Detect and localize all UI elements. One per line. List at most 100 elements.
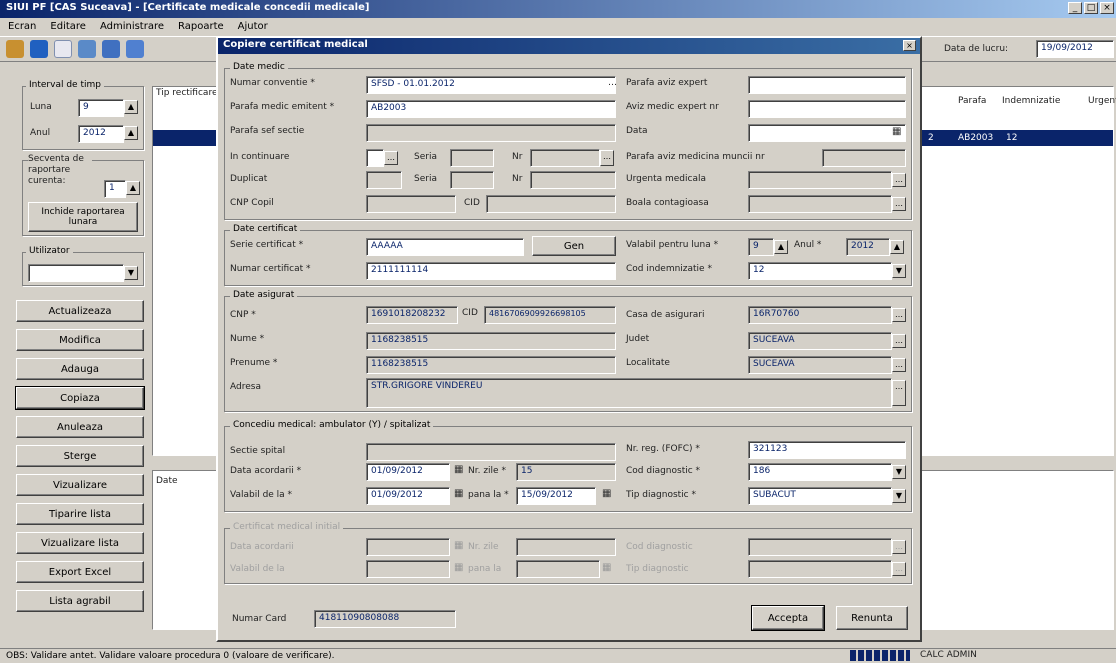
pana-la-field[interactable]: 15/09/2012: [516, 487, 596, 505]
in-continuare-field[interactable]: [366, 149, 384, 167]
luna-field[interactable]: 9: [78, 99, 124, 117]
open-icon[interactable]: [6, 40, 24, 58]
modifica-button[interactable]: Modifica: [16, 329, 144, 351]
close-report-button[interactable]: Inchide raportarea lunara: [28, 202, 138, 232]
actualizeaza-button[interactable]: Actualizeaza: [16, 300, 144, 322]
interval-legend: Interval de timp: [26, 80, 104, 90]
in-continuare-lookup-icon[interactable]: …: [384, 151, 398, 165]
initial-tip-diag-label: Tip diagnostic: [626, 564, 689, 574]
tip-diagnostic-dropdown-icon[interactable]: ▼: [892, 489, 906, 503]
serie-certificat-field[interactable]: AAAAA: [366, 238, 524, 256]
anuleaza-button[interactable]: Anuleaza: [16, 416, 144, 438]
menu-administrare[interactable]: Administrare: [100, 21, 164, 33]
calendar-icon[interactable]: ▦: [892, 126, 901, 137]
copiaza-button[interactable]: Copiaza: [15, 386, 145, 410]
prenume-field: 1168238515: [366, 356, 616, 374]
nume-label: Nume *: [230, 334, 265, 344]
data-acordarii-calendar-icon[interactable]: ▦: [454, 464, 463, 475]
adresa-lookup-icon[interactable]: …: [892, 380, 906, 406]
detail-grid-label: Date: [156, 476, 178, 486]
maximize-icon[interactable]: □: [1084, 2, 1098, 14]
numar-certificat-field[interactable]: 2111111114: [366, 262, 616, 280]
save-icon[interactable]: [30, 40, 48, 58]
cod-diagnostic-dropdown-icon[interactable]: ▼: [892, 465, 906, 479]
secventa-spin-icon[interactable]: ▲: [126, 181, 140, 195]
dialog-close-icon[interactable]: ×: [903, 40, 916, 51]
app-title-bar: SIUI PF [CAS Suceava] - [Certificate med…: [0, 0, 1116, 18]
nr-reg-field[interactable]: 321123: [748, 441, 906, 459]
initial-valabil-label: Valabil de la: [230, 564, 285, 574]
initial-data-acordarii-field: [366, 538, 450, 556]
urgenta-lookup-icon[interactable]: …: [892, 173, 906, 187]
data-aviz-field[interactable]: [748, 124, 906, 142]
luna-spin-icon[interactable]: ▲: [124, 100, 138, 114]
help-icon[interactable]: [126, 40, 144, 58]
pana-la-label: pana la *: [468, 490, 509, 500]
cancel-button[interactable]: Renunta: [836, 606, 908, 630]
anul-spin-icon[interactable]: ▲: [124, 126, 138, 140]
data-aviz-label: Data: [626, 126, 648, 136]
initial-pana-label: pana la: [468, 564, 502, 574]
valabil-de-la-field[interactable]: 01/09/2012: [366, 487, 450, 505]
parafa-medic-field[interactable]: AB2003: [366, 100, 616, 118]
tiparire-lista-button[interactable]: Tiparire lista: [16, 503, 144, 525]
secventa-field[interactable]: 1: [104, 180, 126, 198]
utilizator-dropdown-icon[interactable]: ▼: [124, 266, 138, 280]
cid-copil-field: [486, 195, 616, 213]
vizualizare-lista-button[interactable]: Vizualizare lista: [16, 532, 144, 554]
pana-la-calendar-icon[interactable]: ▦: [602, 488, 611, 499]
accept-button[interactable]: Accepta: [751, 605, 825, 631]
print-icon[interactable]: [102, 40, 120, 58]
cod-indemnizatie-dropdown-icon[interactable]: ▼: [892, 264, 906, 278]
minimize-icon[interactable]: _: [1068, 2, 1082, 14]
export-excel-button[interactable]: Export Excel: [16, 561, 144, 583]
gen-button[interactable]: Gen: [532, 236, 616, 256]
menu-ecran[interactable]: Ecran: [8, 21, 36, 33]
aviz-medic-field[interactable]: [748, 100, 906, 118]
asigurat-legend: Date asigurat: [230, 290, 298, 300]
progress-indicator: [850, 650, 910, 661]
cod-diagnostic-field[interactable]: 186: [748, 463, 892, 481]
valabil-luna-spin-icon[interactable]: ▲: [774, 240, 788, 254]
duplicat-label: Duplicat: [230, 174, 268, 184]
utilizator-field[interactable]: [28, 264, 124, 282]
nr-dup-label: Nr: [512, 174, 523, 184]
adresa-field: STR.GRIGORE VINDEREU: [366, 378, 892, 408]
menu-editare[interactable]: Editare: [50, 21, 86, 33]
menu-rapoarte[interactable]: Rapoarte: [178, 21, 224, 33]
work-date-field[interactable]: 19/09/2012: [1036, 40, 1114, 58]
parafa-aviz-field[interactable]: [748, 76, 906, 94]
cnp-copil-label: CNP Copil: [230, 198, 274, 208]
menu-ajutor[interactable]: Ajutor: [238, 21, 268, 33]
nr-field: [530, 149, 600, 167]
parafa-sef-field: [366, 124, 616, 142]
localitate-lookup-icon[interactable]: …: [892, 358, 906, 372]
boala-lookup-icon[interactable]: …: [892, 197, 906, 211]
sectie-spital-label: Sectie spital: [230, 446, 286, 456]
nr-lookup-icon[interactable]: …: [600, 150, 614, 166]
cnp-field: 1691018208232: [366, 306, 458, 324]
adauga-button[interactable]: Adauga: [16, 358, 144, 380]
close-icon[interactable]: ×: [1100, 2, 1114, 14]
cid-field: 4816706909926698105: [484, 306, 616, 324]
nr-conventie-field[interactable]: SFSD - 01.01.2012: [366, 76, 616, 94]
medic-legend: Date medic: [230, 62, 288, 72]
initial-cod-diag-lookup-icon: …: [892, 540, 906, 554]
anul-cert-spin-icon[interactable]: ▲: [890, 240, 904, 254]
lista-agrabil-button[interactable]: Lista agrabil: [16, 590, 144, 612]
vizualizare-button[interactable]: Vizualizare: [16, 474, 144, 496]
document-icon[interactable]: [54, 40, 72, 58]
seria-dup-field: [450, 171, 494, 189]
anul-cert-field: 2012: [846, 238, 890, 256]
seria-field: [450, 149, 494, 167]
judet-lookup-icon[interactable]: …: [892, 334, 906, 348]
tip-diagnostic-field[interactable]: SUBACUT: [748, 487, 892, 505]
cod-indemnizatie-field[interactable]: 12: [748, 262, 892, 280]
casa-lookup-icon[interactable]: …: [892, 308, 906, 322]
valabil-de-la-calendar-icon[interactable]: ▦: [454, 488, 463, 499]
anul-field[interactable]: 2012: [78, 125, 124, 143]
sterge-button[interactable]: Sterge: [16, 445, 144, 467]
refresh-icon[interactable]: [78, 40, 96, 58]
data-acordarii-field[interactable]: 01/09/2012: [366, 463, 450, 481]
grid-col-parafa: Parafa: [958, 96, 987, 106]
